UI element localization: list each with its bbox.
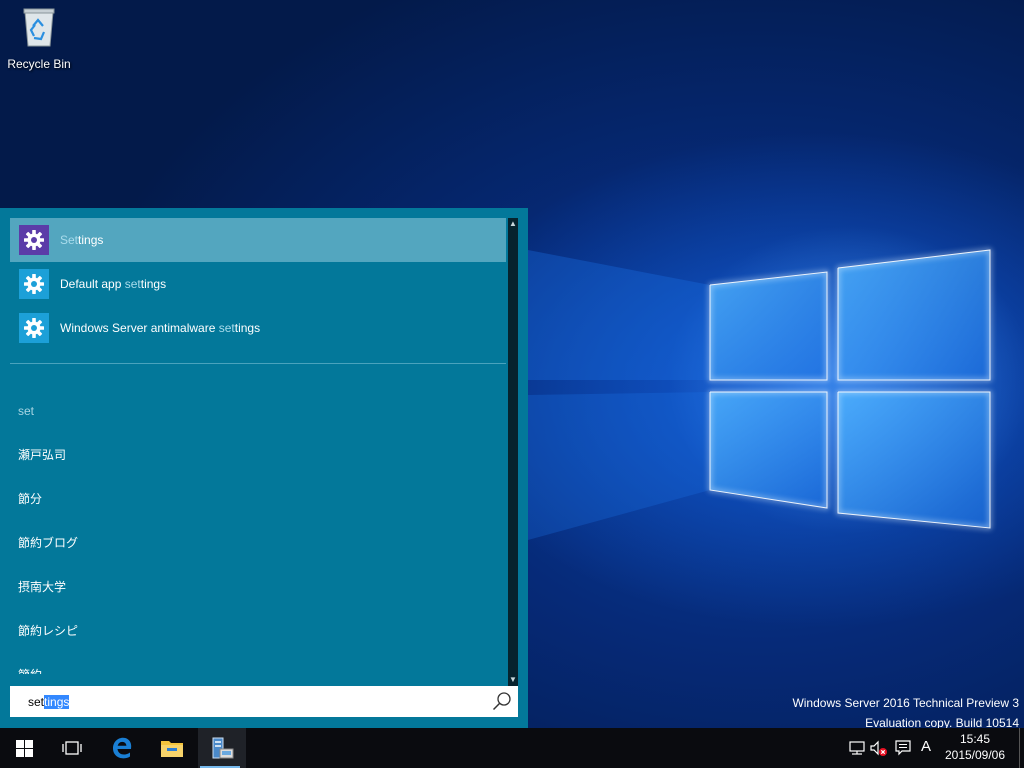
suggestion-item[interactable]: 節約レシピ: [18, 618, 498, 662]
suggestion-item[interactable]: 節約: [18, 662, 498, 674]
recycle-bin-shortcut[interactable]: Recycle Bin: [6, 6, 72, 76]
start-search-panel: Settings Default app settings Windows Se…: [0, 208, 528, 728]
results-scrollbar[interactable]: ▲ ▼: [508, 218, 518, 686]
search-result-list: Settings Default app settings Windows Se…: [10, 218, 506, 350]
scroll-up-arrow-icon[interactable]: ▲: [508, 219, 518, 229]
network-icon[interactable]: [848, 739, 866, 757]
result-label-default-app-settings: Default app settings: [60, 277, 167, 291]
result-label-antimalware-settings: Windows Server antimalware settings: [60, 321, 261, 335]
suggestion-header[interactable]: set: [18, 398, 498, 442]
search-input[interactable]: settings: [10, 686, 518, 717]
windows-start-icon: [15, 739, 33, 757]
file-explorer-icon: [161, 741, 183, 757]
settings-gear-icon: [19, 225, 49, 255]
search-typed-text: set: [28, 694, 45, 709]
evaluation-watermark: Windows Server 2016 Technical Preview 3 …: [792, 693, 1019, 728]
file-explorer-button[interactable]: [148, 728, 196, 768]
settings-gear-icon: [19, 313, 49, 343]
taskbar-clock[interactable]: 15:45 2015/09/06: [940, 731, 1010, 763]
search-icon[interactable]: [492, 691, 512, 711]
task-view-icon: [62, 741, 82, 755]
results-divider: [10, 363, 506, 364]
result-item-default-app-settings[interactable]: Default app settings: [10, 262, 506, 306]
web-suggestion-list: set 瀬戸弘司 節分 節約ブログ 摂南大学 節約レシピ 節約: [18, 398, 498, 674]
show-desktop-button[interactable]: [1019, 728, 1024, 768]
watermark-edition: Windows Server 2016 Technical Preview 3: [792, 696, 1019, 710]
action-center-icon[interactable]: [894, 739, 912, 757]
recycle-bin-label: Recycle Bin: [7, 57, 71, 71]
recycle-bin-icon: [23, 8, 55, 47]
result-label-settings: Settings: [60, 233, 104, 247]
suggestion-item[interactable]: 摂南大学: [18, 574, 498, 618]
suggestion-item[interactable]: 節分: [18, 486, 498, 530]
task-view-button[interactable]: [48, 728, 96, 768]
edge-browser-button[interactable]: [98, 728, 146, 768]
volume-muted-icon[interactable]: [870, 739, 888, 757]
search-input-text[interactable]: settings: [28, 694, 70, 709]
search-autocomplete-text: tings: [44, 694, 70, 709]
server-manager-icon: [212, 737, 234, 759]
result-item-settings[interactable]: Settings: [10, 218, 506, 262]
taskbar: A 15:45 2015/09/06: [0, 728, 1024, 768]
suggestion-item[interactable]: 節約ブログ: [18, 530, 498, 574]
scroll-down-arrow-icon[interactable]: ▼: [508, 675, 518, 685]
settings-gear-icon: [19, 269, 49, 299]
server-manager-button[interactable]: [198, 728, 246, 768]
edge-browser-icon: [113, 737, 132, 759]
start-button[interactable]: [0, 728, 48, 768]
system-tray: A 15:45 2015/09/06: [848, 728, 1024, 768]
clock-date: 2015/09/06: [944, 748, 1006, 762]
watermark-build: Evaluation copy. Build 10514: [865, 716, 1019, 728]
result-item-antimalware-settings[interactable]: Windows Server antimalware settings: [10, 306, 506, 350]
suggestion-item[interactable]: 瀬戸弘司: [18, 442, 498, 486]
clock-time: 15:45: [959, 732, 991, 746]
ime-mode-indicator[interactable]: A: [919, 738, 933, 755]
